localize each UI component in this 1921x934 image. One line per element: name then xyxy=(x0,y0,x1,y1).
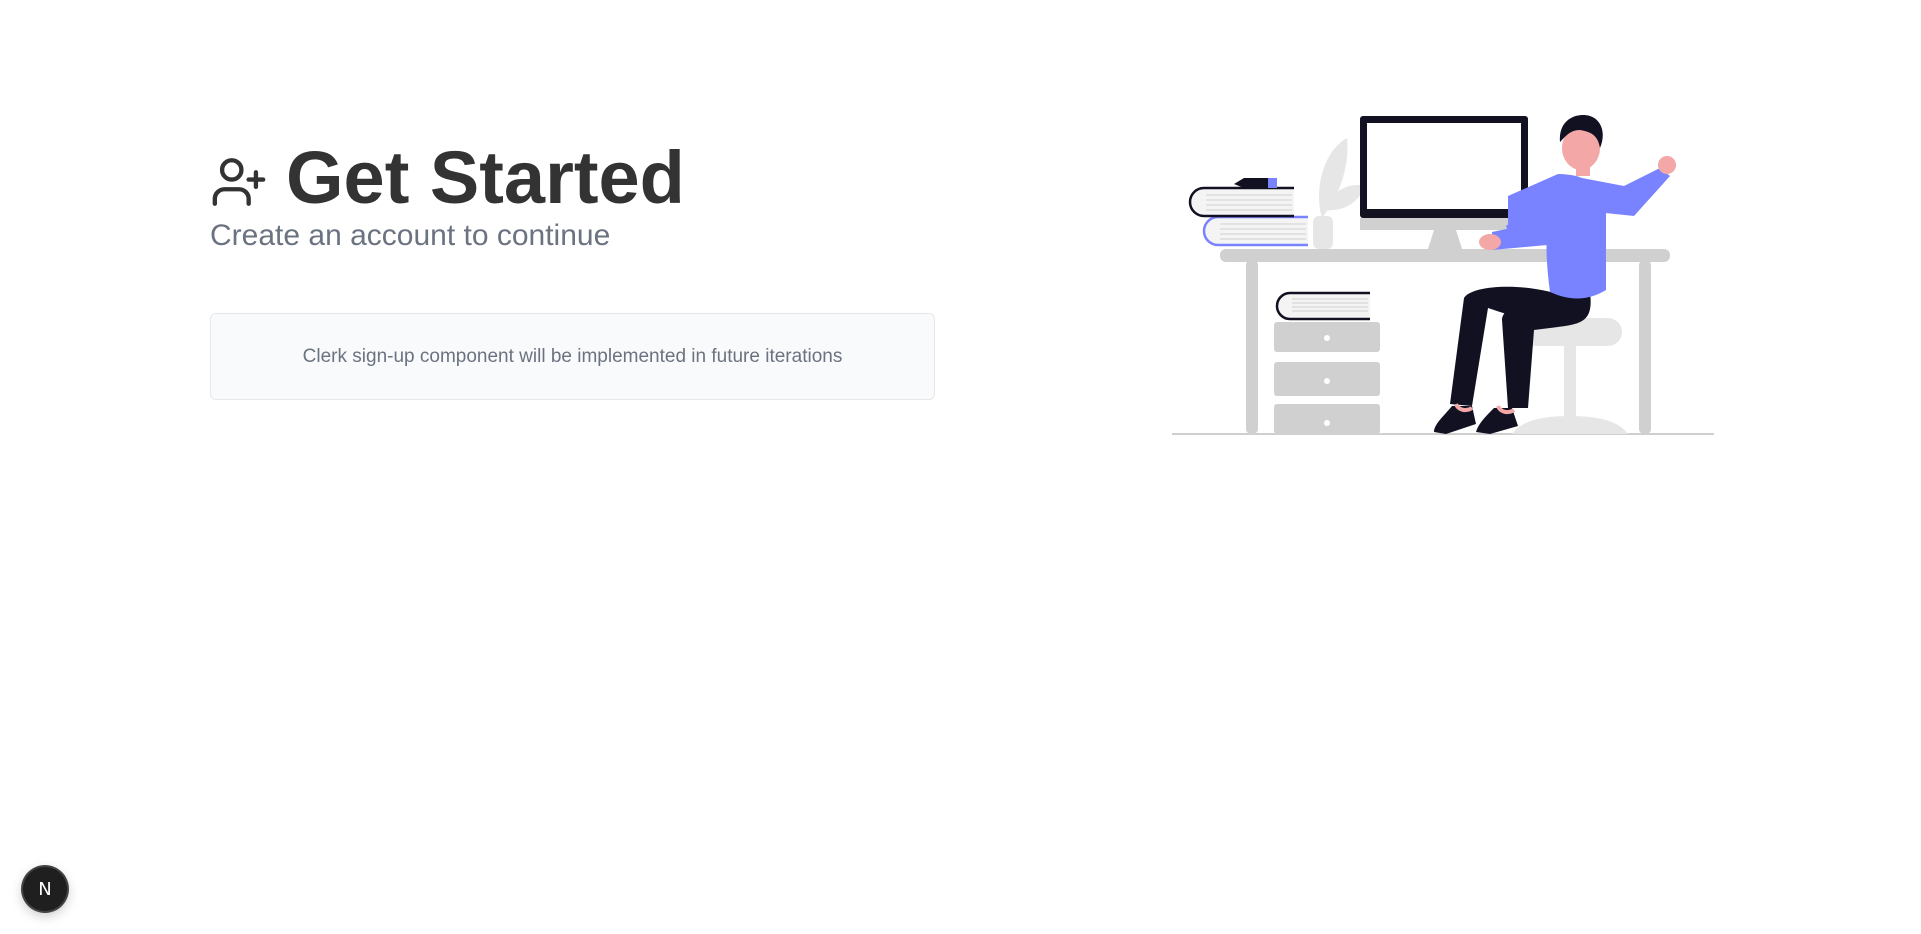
nextjs-dev-indicator-button[interactable]: N xyxy=(23,867,67,911)
signup-placeholder-text: Clerk sign-up component will be implemen… xyxy=(302,345,843,367)
signup-page: Get Started Create an account to continu… xyxy=(0,0,1921,934)
signup-placeholder-panel: Clerk sign-up component will be implemen… xyxy=(210,313,935,400)
page-subtitle: Create an account to continue xyxy=(210,219,611,252)
header: Get Started xyxy=(210,138,935,218)
person-at-desk-illustration xyxy=(1172,115,1714,435)
page-title: Get Started xyxy=(286,136,685,219)
user-plus-icon xyxy=(212,158,266,206)
nextjs-logo-icon: N xyxy=(38,878,52,900)
signup-content: Get Started Create an account to continu… xyxy=(210,138,935,400)
